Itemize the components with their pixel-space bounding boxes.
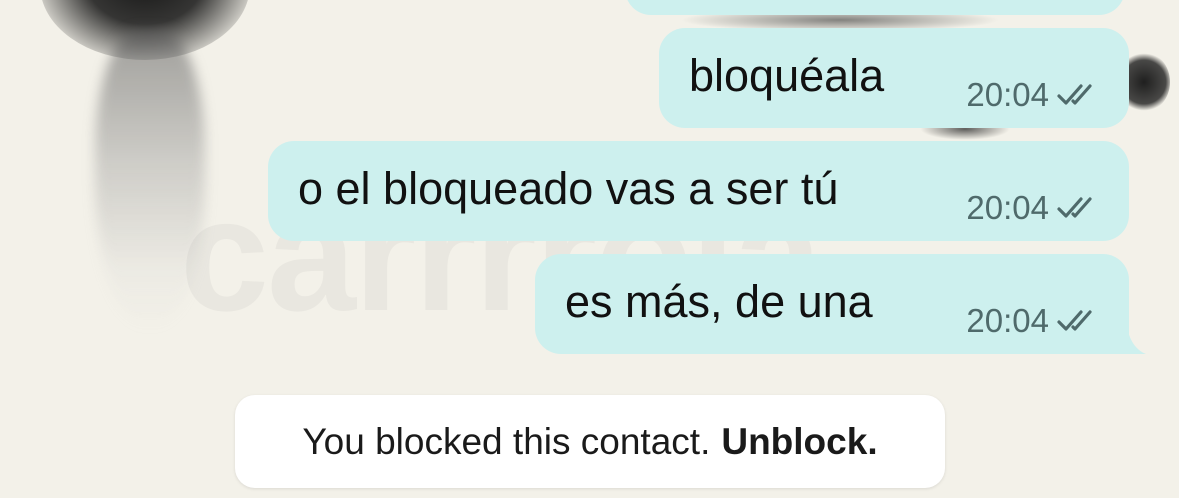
message-meta: 20:04: [966, 302, 1101, 340]
double-check-icon: [1057, 197, 1092, 218]
bubble-tail: [1110, 320, 1146, 354]
message-bubble-previous[interactable]: [625, 0, 1125, 15]
message-bubble[interactable]: o el bloqueado vas a ser tú 20:04: [268, 141, 1129, 241]
blocked-contact-notice: You blocked this contact. Unblock.: [235, 395, 945, 488]
message-bubble[interactable]: es más, de una 20:04: [535, 254, 1129, 354]
blocked-notice-text: You blocked this contact.: [302, 420, 711, 462]
wallpaper-ink-blot: [40, 0, 250, 60]
message-text: es más, de una: [565, 276, 873, 327]
double-check-icon: [1057, 310, 1092, 331]
unblock-link[interactable]: Unblock.: [721, 421, 877, 463]
wallpaper-ink-drip: [95, 30, 205, 330]
double-check-icon: [1057, 84, 1092, 105]
message-time: 20:04: [966, 76, 1049, 113]
message-meta: 20:04: [966, 189, 1101, 227]
message-bubble[interactable]: bloquéala 20:04: [659, 28, 1129, 128]
message-time: 20:04: [966, 189, 1049, 226]
message-time: 20:04: [966, 302, 1049, 339]
message-meta: 20:04: [966, 76, 1101, 114]
message-text: bloquéala: [689, 50, 885, 101]
message-text: o el bloqueado vas a ser tú: [298, 163, 839, 214]
